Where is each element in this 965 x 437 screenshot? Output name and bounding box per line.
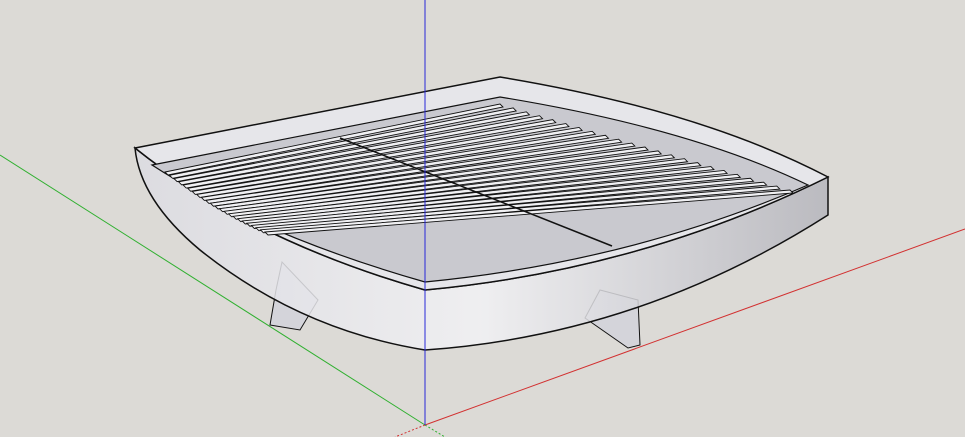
3d-scene[interactable] [0,0,965,437]
modeling-viewport[interactable] [0,0,965,437]
red-axis-negative [394,424,426,437]
green-axis-negative [424,424,446,437]
